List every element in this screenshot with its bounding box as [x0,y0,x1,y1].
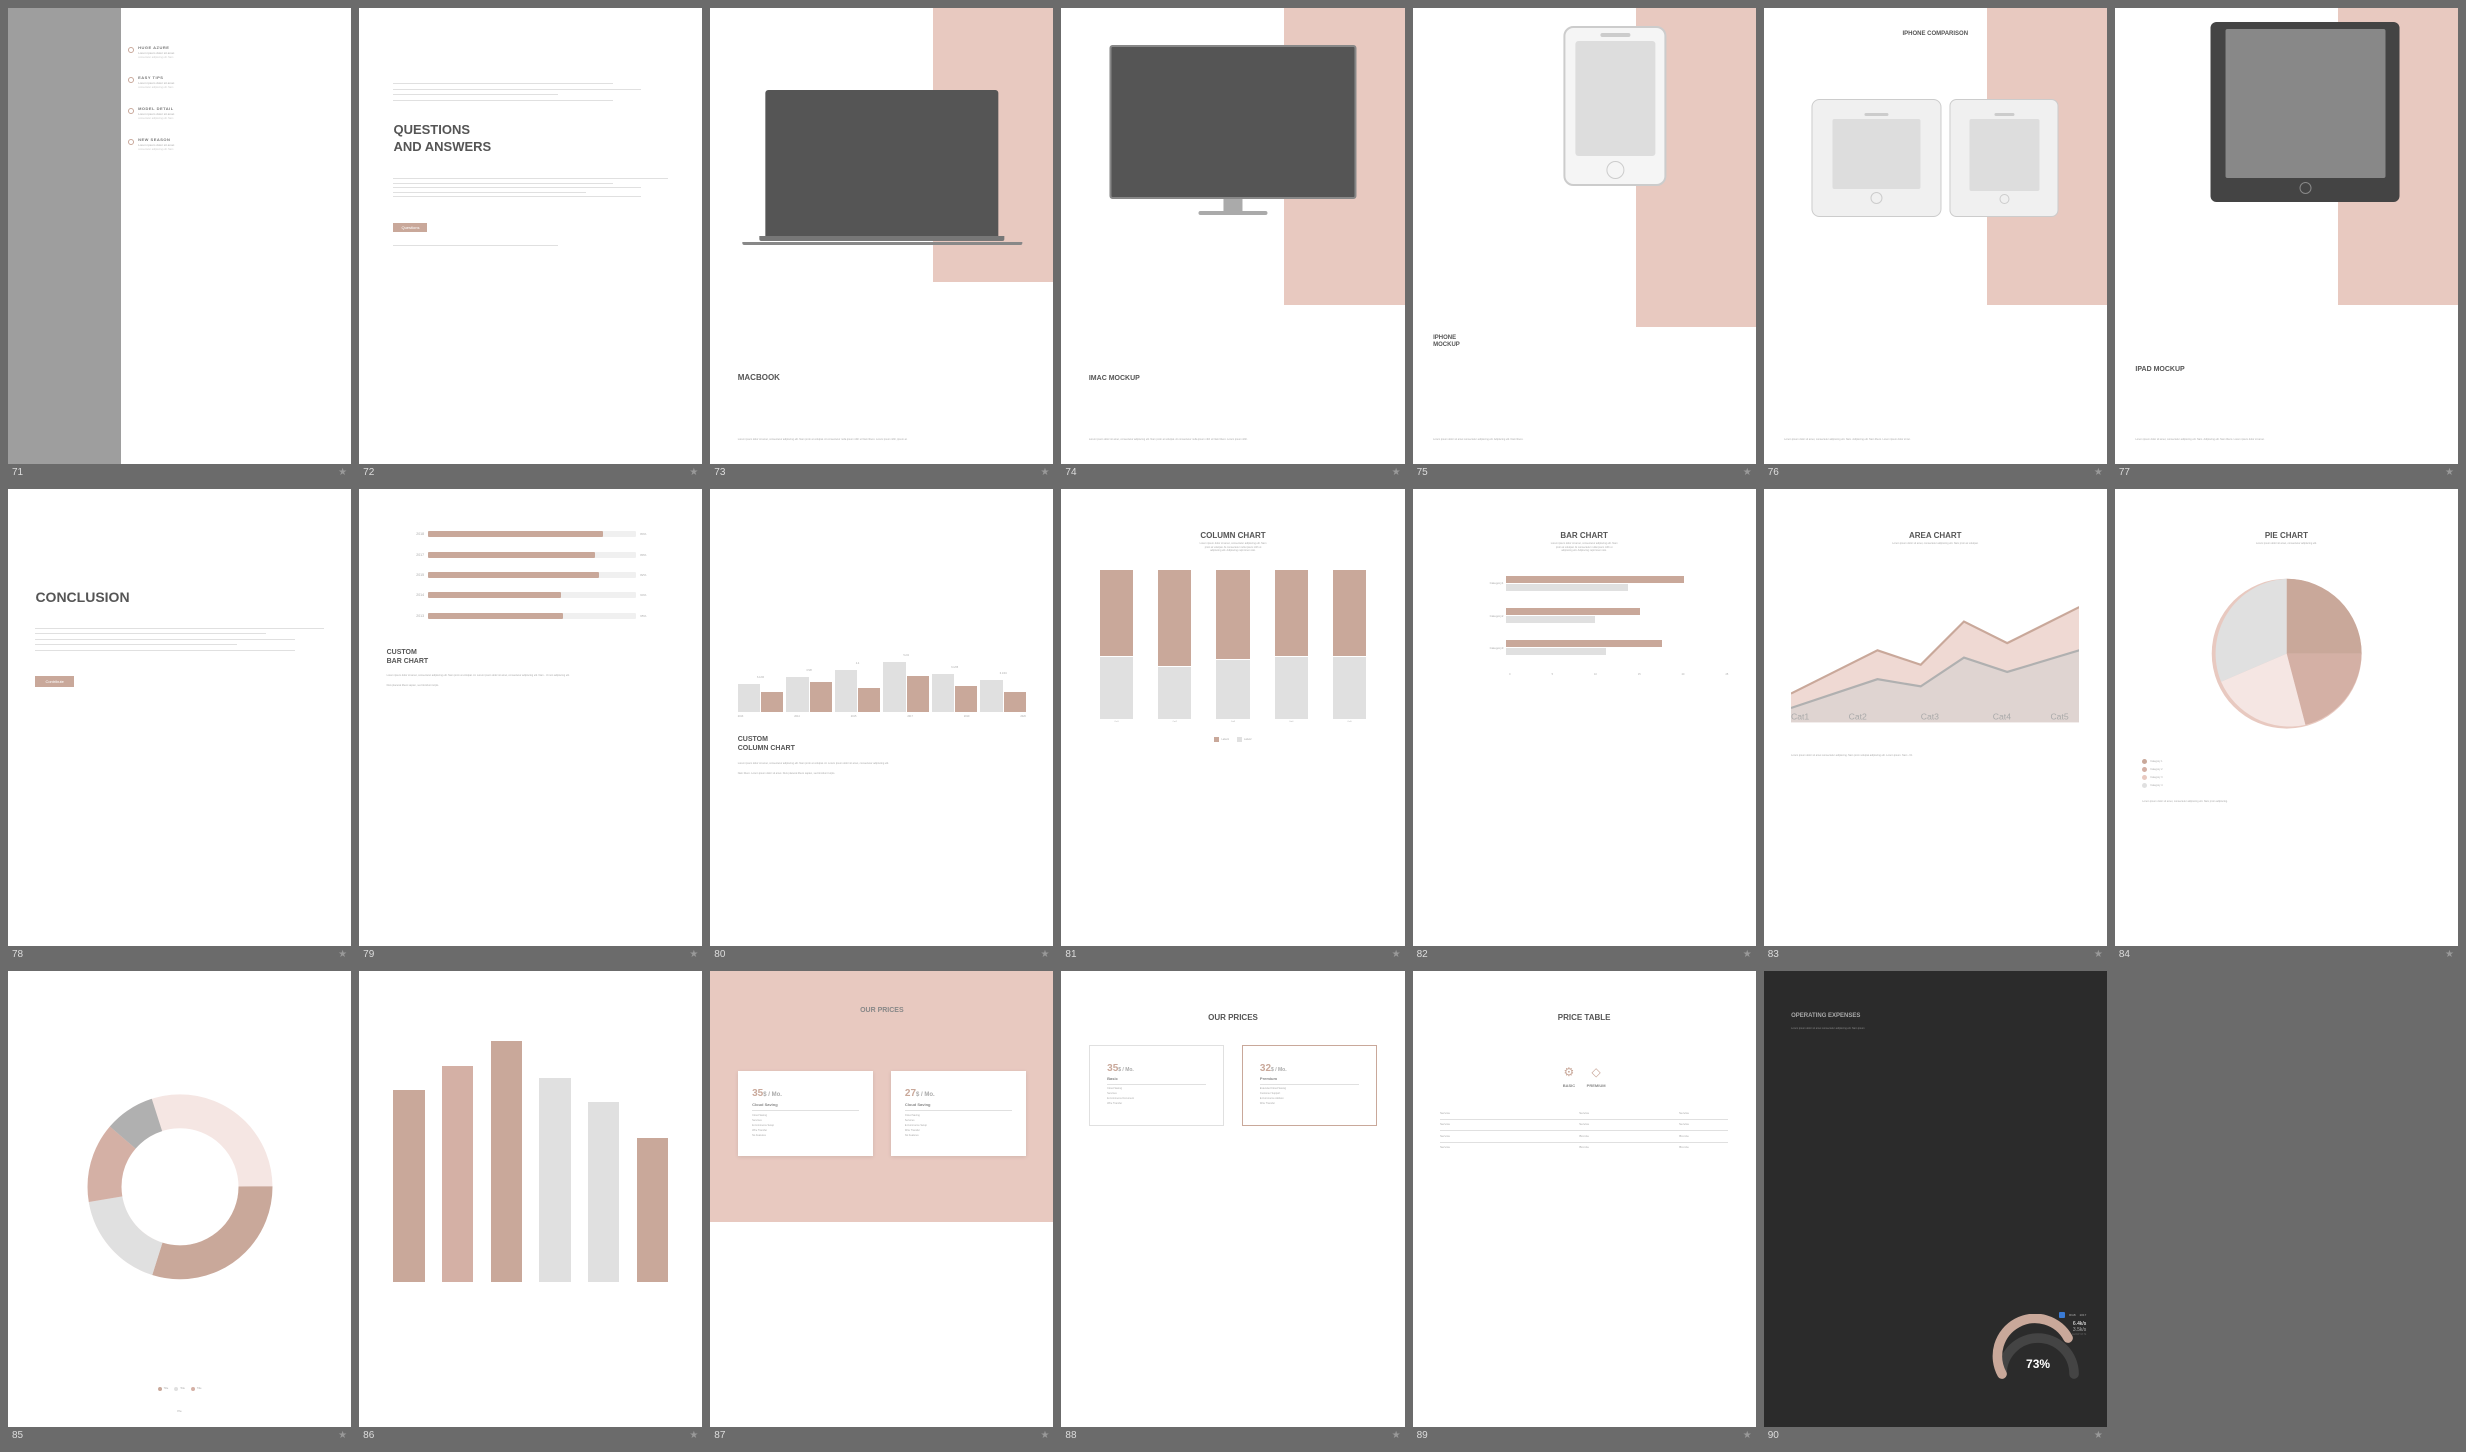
star-icon-78: ★ [338,949,347,960]
slide-number-77: 77 [2119,467,2130,478]
star-icon-77: ★ [2445,467,2454,478]
slide-87[interactable]: OUR PRICES 35$ / Mo. Cloud Saving Cloud … [710,971,1053,1444]
slide-number-78: 78 [12,949,23,960]
star-icon-83: ★ [2094,949,2103,960]
svg-text:Cat1: Cat1 [1791,712,1809,722]
star-icon-81: ★ [1392,949,1401,960]
slide-number-88: 88 [1065,1430,1076,1441]
star-icon-82: ★ [1743,949,1752,960]
star-icon-86: ★ [689,1430,698,1441]
slide-74[interactable]: IMAC MOCKUP Lorem ipsum dolor sit amet, … [1061,8,1404,481]
slide-number-87: 87 [714,1430,725,1441]
slide-number-81: 81 [1065,949,1076,960]
slide-grid: HUGE AZURE Lorem ipsum dolor sit amet co… [8,8,2458,1444]
slide-76[interactable]: IPHONE COMPARISON Lorem ipsum dolor sit … [1764,8,2107,481]
slide-83[interactable]: AREA CHART Lorem ipsum dolor sit amet, c… [1764,489,2107,962]
slide-90[interactable]: OPERATING EXPENSES Lorem ipsum dolor sit… [1764,971,2107,1444]
slide-number-79: 79 [363,949,374,960]
star-icon-89: ★ [1743,1430,1752,1441]
slide-number-84: 84 [2119,949,2130,960]
slide-number-83: 83 [1768,949,1779,960]
star-icon-84: ★ [2445,949,2454,960]
star-icon-90: ★ [2094,1430,2103,1441]
star-icon-85: ★ [338,1430,347,1441]
star-icon-76: ★ [2094,467,2103,478]
slide-85[interactable]: Title Title Title Pie 85 ★ [8,971,351,1444]
svg-text:73%: 73% [2026,1357,2050,1371]
slide-number-73: 73 [714,467,725,478]
slide-89[interactable]: PRICE TABLE ⚙ BASIC ◇ PREMIUM Service [1413,971,1756,1444]
star-icon-79: ★ [689,949,698,960]
star-icon-87: ★ [1040,1430,1049,1441]
slide-number-89: 89 [1417,1430,1428,1441]
slide-number-72: 72 [363,467,374,478]
slide-71[interactable]: HUGE AZURE Lorem ipsum dolor sit amet co… [8,8,351,481]
slide-number-80: 80 [714,949,725,960]
slide-number-75: 75 [1417,467,1428,478]
svg-text:Cat2: Cat2 [1849,712,1867,722]
slide-number-71: 71 [12,467,23,478]
slide-72[interactable]: QUESTIONSAND ANSWERS Questions 72 ★ [359,8,702,481]
star-icon-73: ★ [1040,467,1049,478]
star-icon-74: ★ [1392,467,1401,478]
slide-84[interactable]: PIE CHART Lorem ipsum dolor sit amet, co… [2115,489,2458,962]
slide-73[interactable]: MACBOOK Lorem ipsum dolor sit amet, cons… [710,8,1053,481]
slide-number-82: 82 [1417,949,1428,960]
slide-77[interactable]: IPAD MOCKUP Lorem ipsum dolor sit amet, … [2115,8,2458,481]
star-icon-88: ★ [1392,1430,1401,1441]
slide-82[interactable]: BAR CHART Lorem ipsum dolor sit amet, co… [1413,489,1756,962]
svg-text:Cat3: Cat3 [1921,712,1939,722]
slide-79[interactable]: 2018 84% 2017 80% 2015 82% [359,489,702,962]
slide-number-90: 90 [1768,1430,1779,1441]
slide-number-86: 86 [363,1430,374,1441]
slide-86[interactable]: 86 ★ [359,971,702,1444]
star-icon-72: ★ [689,467,698,478]
svg-text:Cat5: Cat5 [2051,712,2069,722]
slide-number-76: 76 [1768,467,1779,478]
slide-88[interactable]: OUR PRICES 35$ / Mo. Basic Cloud Saving … [1061,971,1404,1444]
slide-80[interactable]: 6.1/06 3.5/8 4.4 [710,489,1053,962]
slide-number-85: 85 [12,1430,23,1441]
star-icon-80: ★ [1040,949,1049,960]
slide-81[interactable]: COLUMN CHART Lorem ipsum dolor sit amet,… [1061,489,1404,962]
slide-75[interactable]: IPHONEMOCKUP Lorem ipsum dolor sit amet … [1413,8,1756,481]
star-icon-75: ★ [1743,467,1752,478]
slide-number-74: 74 [1065,467,1076,478]
slide-78[interactable]: CONCLUSION Contribute 78 ★ [8,489,351,962]
svg-text:Cat4: Cat4 [1993,712,2011,722]
star-icon-71: ★ [338,467,347,478]
